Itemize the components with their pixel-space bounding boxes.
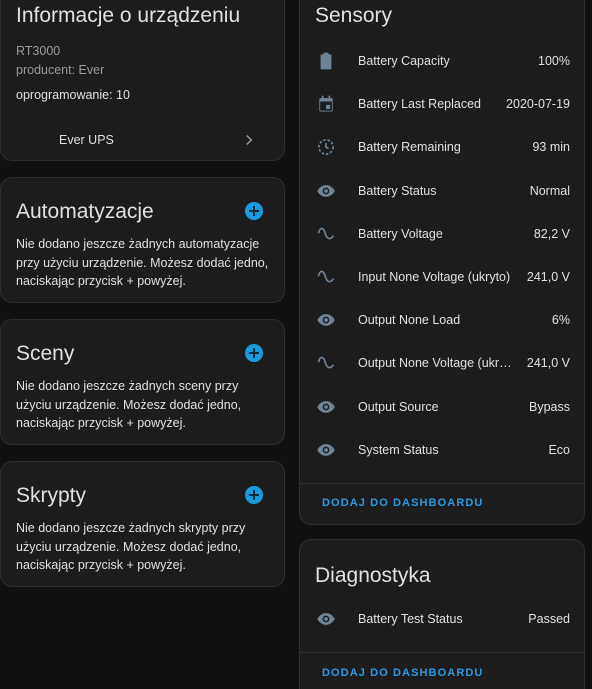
automations-description: Nie dodano jeszcze żadnych automatyzacje… [16,237,269,288]
sensor-value: 2020-07-19 [506,97,570,111]
sensor-name: Output None Load [358,313,461,327]
sensor-row-battery-voltage[interactable]: Battery Voltage 82,2 V [300,214,584,254]
add-to-dashboard-button[interactable]: DODAJ DO DASHBOARDU [322,497,483,509]
sensor-value: 93 min [532,140,570,154]
sensor-name: Output None Voltage (ukryto) [358,356,516,370]
sensor-value: 6% [551,313,570,327]
sensor-name: Battery Status [358,184,437,198]
sensor-row-output-voltage[interactable]: Output None Voltage (ukryto) 241,0 V [300,343,584,383]
sensor-name: Battery Capacity [358,54,450,68]
divider [300,483,584,484]
scripts-title: Skrypty [16,484,87,507]
automations-card: Automatyzacje Nie dodano jeszcze żadnych… [0,177,285,303]
device-link-row[interactable]: Ever UPS [1,125,284,155]
add-script-button[interactable] [245,486,263,504]
device-info-title: Informacje o urządzeniu [16,4,241,27]
diagnostics-title: Diagnostyka [315,564,431,587]
chevron-right-icon [246,134,253,146]
eye-icon [315,309,337,331]
device-info-card: Informacje o urządzeniu RT3000 producent… [0,0,285,161]
sensor-row-system-status[interactable]: System Status Eco [300,430,584,470]
sensor-name: System Status [358,443,439,457]
eye-icon [315,439,337,461]
eye-icon [315,180,337,202]
sensor-value: 241,0 V [526,356,570,370]
sensor-value: Eco [548,443,570,457]
sensor-row-battery-last-replaced[interactable]: Battery Last Replaced 2020-07-19 [300,84,584,124]
sine-wave-icon [315,352,337,374]
sensor-row-battery-remaining[interactable]: Battery Remaining 93 min [300,127,584,167]
device-manufacturer: producent: Ever [16,63,105,77]
device-firmware: oprogramowanie: 10 [16,88,130,102]
sensor-value: 100% [538,54,570,68]
add-scene-button[interactable] [245,344,263,362]
sensor-value: 82,2 V [533,227,570,241]
scenes-title: Sceny [16,342,75,365]
device-model: RT3000 [16,44,61,58]
sensor-name: Battery Last Replaced [358,97,481,111]
sensor-row-battery-capacity[interactable]: Battery Capacity 100% [300,41,584,81]
sensor-value: Normal [529,184,570,198]
sensors-title: Sensory [315,4,393,27]
sensor-name: Battery Voltage [358,227,443,241]
calendar-icon [315,93,337,115]
diagnostic-name: Battery Test Status [358,612,463,626]
device-link-label: Ever UPS [59,133,114,147]
add-to-dashboard-button[interactable]: DODAJ DO DASHBOARDU [322,667,483,679]
sensor-name: Output Source [358,400,439,414]
add-automation-button[interactable] [245,202,263,220]
sensor-row-input-voltage[interactable]: Input None Voltage (ukryto) 241,0 V [300,257,584,297]
sensors-card: Sensory Battery Capacity 100% Battery La… [299,0,585,525]
sine-wave-icon [315,266,337,288]
sensor-value: 241,0 V [526,270,570,284]
sensor-row-output-source[interactable]: Output Source Bypass [300,387,584,427]
eye-icon [315,396,337,418]
battery-icon [315,50,337,72]
scenes-card: Sceny Nie dodano jeszcze żadnych sceny p… [0,319,285,445]
scripts-card: Skrypty Nie dodano jeszcze żadnych skryp… [0,461,285,587]
scenes-description: Nie dodano jeszcze żadnych sceny przy uż… [16,379,242,430]
eye-icon [315,608,337,630]
sensor-value: Bypass [529,400,570,414]
sensor-name: Battery Remaining [358,140,461,154]
sensor-name: Input None Voltage (ukryto) [358,270,511,284]
sine-wave-icon [315,223,337,245]
sensor-row-output-load[interactable]: Output None Load 6% [300,300,584,340]
sensor-row-battery-status[interactable]: Battery Status Normal [300,171,584,211]
diagnostic-value: Passed [528,612,570,626]
divider [300,652,584,653]
timer-icon [315,136,337,158]
diagnostic-row-battery-test-status[interactable]: Battery Test Status Passed [300,599,584,639]
diagnostics-card: Diagnostyka Battery Test Status Passed D… [299,539,585,689]
scripts-description: Nie dodano jeszcze żadnych skrypty przy … [16,521,246,572]
automations-title: Automatyzacje [16,200,154,223]
